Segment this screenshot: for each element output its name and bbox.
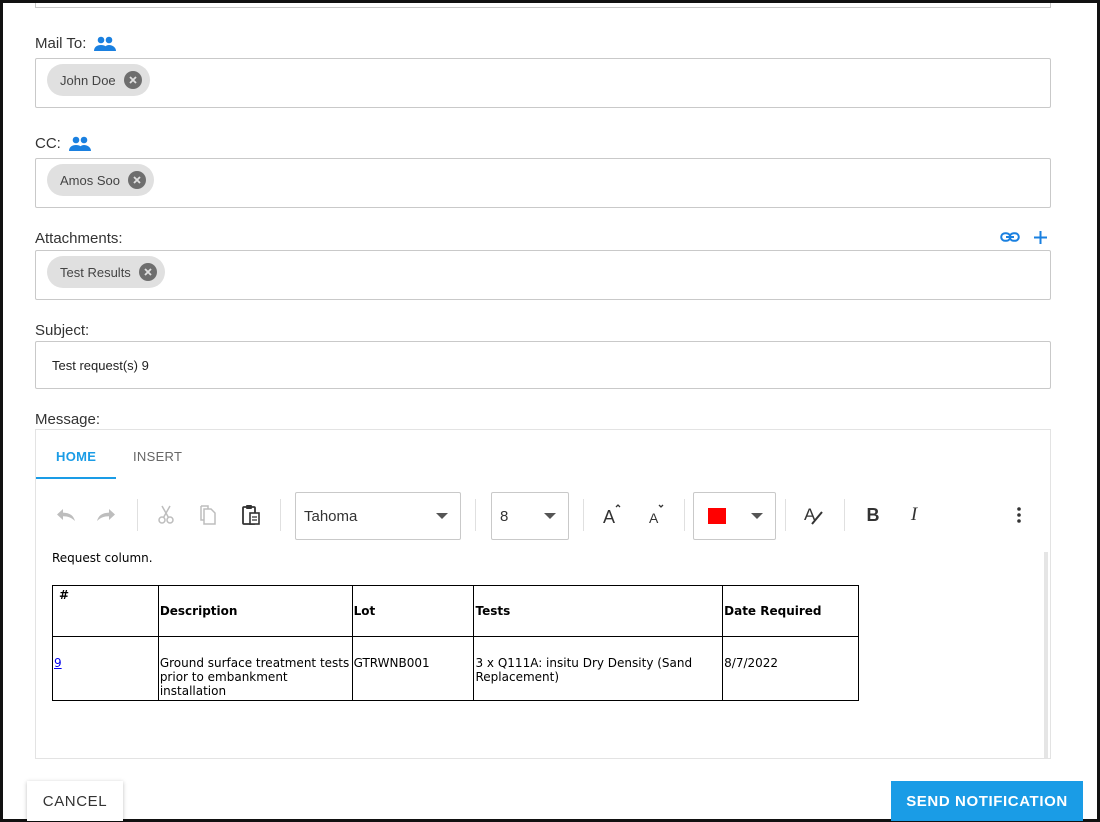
message-body-text[interactable]: Request column. [52, 551, 153, 565]
subject-value: Test request(s) 9 [52, 358, 149, 373]
rich-text-editor: HOME INSERT Tahoma 8 A A A B I Request c… [35, 429, 1051, 759]
message-label-text: Message: [35, 411, 101, 428]
toolbar-separator [844, 499, 845, 531]
redo-icon[interactable] [94, 503, 118, 527]
table-cell-tests: 3 x Q111A: insitu Dry Density (Sand Repl… [473, 636, 724, 701]
link-icon[interactable] [1000, 230, 1020, 249]
table-cell-lot: GTRWNB001 [351, 636, 475, 701]
mail-to-field[interactable]: John Doe [35, 58, 1051, 108]
toolbar-separator [684, 499, 685, 531]
table-row: 9 Ground surface treatment tests prior t… [52, 636, 859, 701]
tab-home[interactable]: HOME [56, 449, 96, 464]
cc-label: CC: [35, 135, 91, 152]
attachment-chip: Test Results [47, 256, 165, 288]
toolbar-separator [137, 499, 138, 531]
font-size-dropdown[interactable]: 8 [491, 492, 569, 540]
remove-chip-icon[interactable] [127, 171, 146, 189]
font-name-dropdown[interactable]: Tahoma [295, 492, 461, 540]
svg-text:A: A [649, 510, 659, 526]
font-size-value: 8 [500, 507, 509, 525]
table-header-row: # Description Lot Tests Date Required [52, 585, 859, 637]
font-name-value: Tahoma [304, 507, 358, 525]
table-cell-date-required: 8/7/2022 [722, 636, 859, 701]
grow-font-icon[interactable]: A [600, 503, 624, 527]
subject-label-text: Subject: [35, 322, 90, 339]
people-icon[interactable] [94, 36, 117, 52]
active-tab-indicator [36, 477, 116, 479]
copy-icon[interactable] [196, 503, 220, 527]
plus-icon[interactable] [1034, 231, 1047, 249]
recipient-chip-label: John Doe [60, 72, 116, 88]
font-color-swatch [708, 508, 726, 524]
svg-text:A: A [603, 507, 615, 526]
notification-dialog: Mail To: John Doe CC: Amos Soo Attachmen… [0, 0, 1100, 822]
column-header-description: Description [157, 585, 353, 637]
toolbar-separator [583, 499, 584, 531]
column-header-date-required: Date Required [722, 585, 859, 637]
column-header-tests: Tests [473, 585, 724, 637]
previous-field-edge [35, 3, 1051, 8]
shrink-font-icon[interactable]: A [644, 503, 668, 527]
chevron-down-icon [544, 513, 556, 519]
cc-chip: Amos Soo [47, 164, 154, 196]
font-color-dropdown[interactable] [693, 492, 776, 540]
mail-to-label: Mail To: [35, 35, 117, 52]
more-options-icon[interactable] [1007, 503, 1031, 527]
italic-icon[interactable]: I [902, 503, 926, 527]
column-header-lot: Lot [351, 585, 475, 637]
toolbar-separator [475, 499, 476, 531]
remove-chip-icon[interactable] [123, 71, 142, 89]
bold-icon[interactable]: B [861, 503, 885, 527]
cc-label-text: CC: [35, 135, 61, 152]
table-cell-description: Ground surface treatment tests prior to … [157, 636, 353, 701]
paste-icon[interactable] [239, 503, 263, 527]
subject-label: Subject: [35, 322, 89, 339]
undo-icon[interactable] [54, 503, 78, 527]
attachments-field[interactable]: Test Results [35, 250, 1051, 300]
toolbar-separator [280, 499, 281, 531]
mail-to-label-text: Mail To: [35, 35, 87, 52]
send-notification-button[interactable]: SEND NOTIFICATION [891, 781, 1083, 821]
attachments-label-text: Attachments: [35, 230, 123, 247]
cc-field[interactable]: Amos Soo [35, 158, 1051, 208]
attachment-chip-label: Test Results [60, 264, 131, 280]
chevron-down-icon [436, 513, 448, 519]
remove-chip-icon[interactable] [138, 263, 157, 281]
cancel-button[interactable]: CANCEL [27, 781, 123, 821]
request-link[interactable]: 9 [54, 656, 62, 670]
tab-insert[interactable]: INSERT [133, 449, 182, 464]
cc-chip-label: Amos Soo [60, 172, 120, 188]
editor-scrollbar[interactable] [1044, 552, 1048, 758]
request-table: # Description Lot Tests Date Required 9 … [52, 585, 859, 701]
cut-icon[interactable] [154, 503, 178, 527]
recipient-chip: John Doe [47, 64, 150, 96]
table-cell-number: 9 [52, 636, 159, 701]
chevron-down-icon [751, 513, 763, 519]
toolbar-separator [785, 499, 786, 531]
people-icon[interactable] [68, 136, 91, 152]
subject-input[interactable]: Test request(s) 9 [35, 341, 1051, 389]
column-header-number: # [52, 585, 159, 637]
message-label: Message: [35, 411, 100, 428]
attachments-label: Attachments: [35, 230, 123, 247]
clear-formatting-icon[interactable]: A [802, 503, 826, 527]
